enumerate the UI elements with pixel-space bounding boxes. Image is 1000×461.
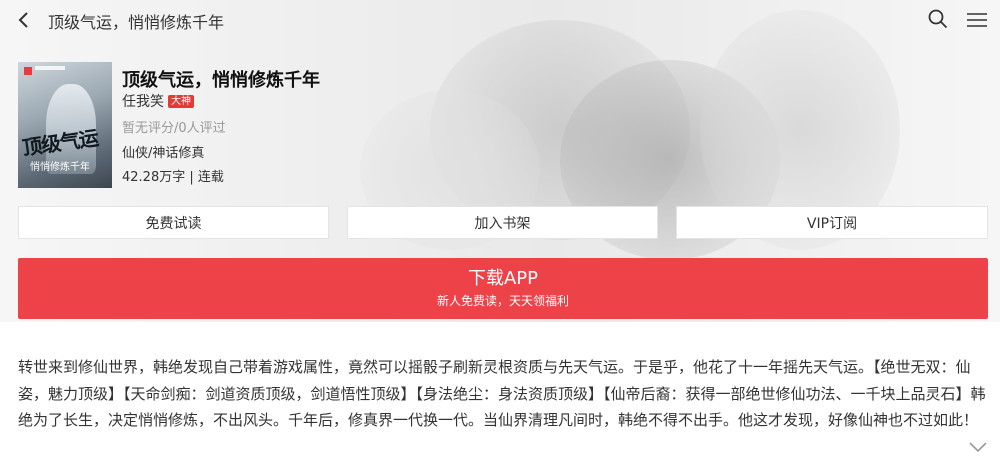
book-intro: 转世来到修仙世界，韩绝发现自己带着游戏属性，竟然可以摇骰子刷新灵根资质与先天气运… — [18, 358, 986, 429]
genre-text: 仙侠/神话修真 — [122, 146, 205, 161]
download-app-button[interactable]: 下载APP 新人免费读，天天领福利 — [18, 258, 988, 319]
cover-logo-icon — [24, 67, 32, 75]
download-app-subtitle: 新人免费读，天天领福利 — [436, 294, 569, 308]
search-icon[interactable] — [928, 9, 948, 29]
author-row: 任我笑 大神 — [122, 92, 194, 110]
nav-title: 顶级气运，悄悄修炼千年 — [48, 13, 225, 32]
book-cover[interactable]: 顶级气运 悄悄修炼千年 — [18, 62, 112, 188]
cover-subtitle: 悄悄修炼千年 — [30, 162, 90, 173]
menu-icon[interactable] — [966, 11, 988, 29]
word-count-status: 42.28万字 | 连载 — [122, 170, 224, 185]
book-title: 顶级气运，悄悄修炼千年 — [122, 70, 320, 91]
add-to-shelf-button[interactable]: 加入书架 — [347, 206, 658, 239]
download-app-label: 下载APP — [467, 268, 539, 289]
rating-text: 暂无评分/0人评过 — [122, 121, 226, 136]
vip-subscribe-button[interactable]: VIP订阅 — [676, 206, 988, 239]
author-badge: 大神 — [168, 94, 194, 108]
free-read-button[interactable]: 免费试读 — [18, 206, 329, 239]
chevron-left-icon[interactable] — [14, 10, 34, 30]
chevron-down-icon[interactable] — [968, 440, 988, 454]
top-nav-bar: 顶级气运，悄悄修炼千年 — [0, 0, 1000, 40]
author-name[interactable]: 任我笑 — [122, 91, 164, 111]
